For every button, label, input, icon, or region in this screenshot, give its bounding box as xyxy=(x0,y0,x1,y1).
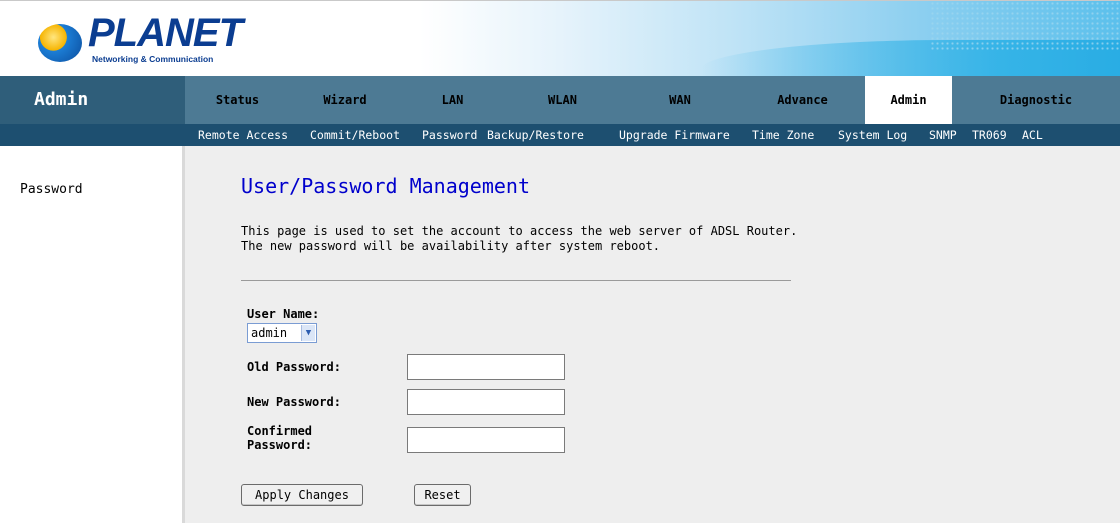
new-password-field[interactable] xyxy=(407,389,565,415)
page-description: This page is used to set the account to … xyxy=(241,224,801,254)
main-nav: Admin Status Wizard LAN WLAN WAN Advance… xyxy=(0,76,1120,124)
tab-wan[interactable]: WAN xyxy=(620,76,740,124)
header-banner: PLANET Networking & Communication xyxy=(0,0,1120,76)
chevron-down-icon[interactable]: ▼ xyxy=(301,325,315,341)
tab-advance[interactable]: Advance xyxy=(740,76,865,124)
new-password-label: New Password: xyxy=(247,395,341,409)
tab-admin[interactable]: Admin xyxy=(865,76,952,124)
confirmed-password-label-line-1: Confirmed xyxy=(247,424,313,438)
confirmed-password-label: Confirmed Password: xyxy=(247,424,312,452)
user-name-value: admin xyxy=(251,326,288,340)
apply-changes-button[interactable]: Apply Changes xyxy=(241,484,363,506)
tab-diagnostic[interactable]: Diagnostic xyxy=(952,76,1120,124)
confirmed-password-label-line-2: Password: xyxy=(247,438,313,452)
subnav-snmp[interactable]: SNMP xyxy=(929,124,957,146)
main-content: User/Password Management This page is us… xyxy=(185,146,1120,523)
reset-button[interactable]: Reset xyxy=(414,484,471,506)
tab-status[interactable]: Status xyxy=(185,76,290,124)
tab-lan[interactable]: LAN xyxy=(400,76,505,124)
globe-icon xyxy=(38,24,82,62)
subnav-tr069[interactable]: TR069 xyxy=(972,124,1007,146)
subnav-commit-reboot[interactable]: Commit/Reboot xyxy=(310,124,400,146)
old-password-label: Old Password: xyxy=(247,360,341,374)
intro-line-1: This page is used to set the account to … xyxy=(241,224,798,238)
sub-nav: Remote Access Commit/Reboot Password Bac… xyxy=(0,124,1120,146)
sidebar: Password xyxy=(0,146,185,523)
banner-dot-pattern xyxy=(930,1,1120,51)
tab-wlan[interactable]: WLAN xyxy=(505,76,620,124)
subnav-time-zone[interactable]: Time Zone xyxy=(752,124,814,146)
subnav-backup-restore[interactable]: Backup/Restore xyxy=(487,124,584,146)
planet-logo: PLANET Networking & Communication xyxy=(38,12,243,66)
page-title: User/Password Management xyxy=(241,174,530,198)
old-password-field[interactable] xyxy=(407,354,565,380)
subnav-system-log[interactable]: System Log xyxy=(838,124,907,146)
subnav-upgrade-firmware[interactable]: Upgrade Firmware xyxy=(619,124,730,146)
tab-wizard[interactable]: Wizard xyxy=(290,76,400,124)
brand-tagline: Networking & Communication xyxy=(92,54,214,64)
subnav-acl[interactable]: ACL xyxy=(1022,124,1043,146)
subnav-password[interactable]: Password xyxy=(422,124,477,146)
user-name-select[interactable]: admin ▼ xyxy=(247,323,317,343)
section-divider xyxy=(241,280,791,281)
sidebar-item-password[interactable]: Password xyxy=(20,182,83,197)
subnav-remote-access[interactable]: Remote Access xyxy=(198,124,288,146)
section-title: Admin xyxy=(0,76,185,124)
brand-name: PLANET xyxy=(88,11,243,55)
user-name-label: User Name: xyxy=(247,307,320,321)
intro-line-2: The new password will be availability af… xyxy=(241,239,661,253)
confirmed-password-field[interactable] xyxy=(407,427,565,453)
